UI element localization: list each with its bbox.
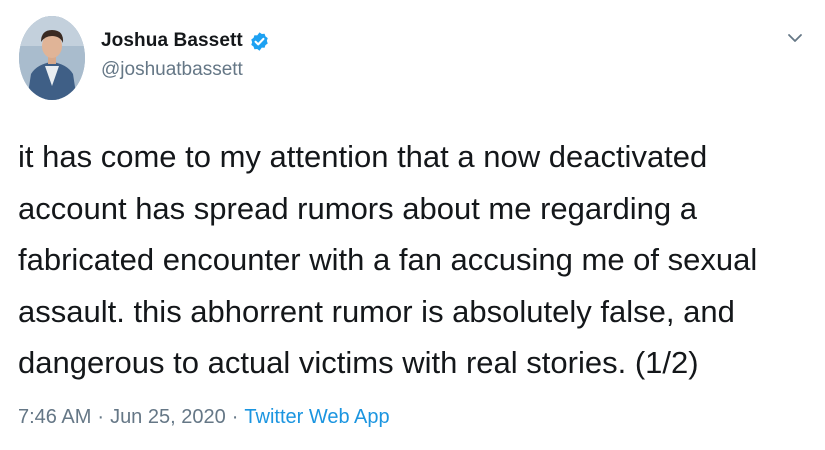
verified-badge-icon [249,31,270,52]
meta-separator: · [97,406,105,428]
avatar-photo [19,16,85,100]
name-row: Joshua Bassett [101,27,270,55]
tweet-card: Joshua Bassett @joshuatbassett it has co… [0,0,825,450]
tweet-text-line: fabricated encounter with a fan accusing… [18,242,758,277]
tweet-text: it has come to my attention that a now d… [18,131,808,389]
tweet-source-link[interactable]: Twitter Web App [244,406,389,429]
chevron-down-icon[interactable] [785,28,805,48]
tweet-text-line: it has come to my attention that a now d… [18,139,708,174]
tweet-meta: 7:46 AM · Jun 25, 2020 · Twitter Web App [18,406,390,429]
tweet-text-line: dangerous to actual victims with real st… [18,345,699,380]
handle[interactable]: @joshuatbassett [101,59,270,81]
meta-separator: · [231,406,239,428]
author-block: Joshua Bassett @joshuatbassett [101,27,270,81]
avatar[interactable] [19,16,85,100]
tweet-text-line: account has spread rumors about me regar… [18,190,697,226]
tweet-time[interactable]: 7:46 AM [18,406,91,429]
display-name[interactable]: Joshua Bassett [101,30,243,52]
tweet-text-line: assault. this abhorrent rumor is absolut… [18,293,735,329]
tweet-date[interactable]: Jun 25, 2020 [110,406,226,429]
